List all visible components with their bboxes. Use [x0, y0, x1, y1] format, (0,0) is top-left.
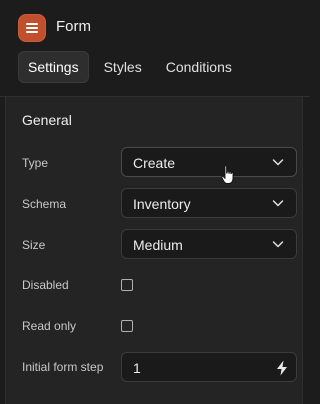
- menu-bar: [26, 23, 38, 25]
- type-select[interactable]: Create: [121, 147, 297, 177]
- disabled-checkbox[interactable]: [121, 279, 133, 291]
- disabled-label: Disabled: [22, 278, 69, 292]
- lightning-bolt-icon[interactable]: [276, 360, 288, 376]
- chevron-down-icon: [272, 241, 284, 248]
- size-label: Size: [22, 238, 46, 252]
- tab-bar: Settings Styles Conditions: [18, 51, 241, 83]
- initial-step-input[interactable]: 1: [121, 352, 297, 382]
- menu-bar: [26, 27, 38, 29]
- type-value: Create: [133, 155, 176, 171]
- section-title: General: [22, 112, 72, 128]
- general-section: General Type Create Schema Inventory Siz…: [5, 97, 303, 404]
- size-select[interactable]: Medium: [121, 229, 297, 259]
- chevron-down-icon: [272, 200, 284, 207]
- read-only-label: Read only: [22, 319, 77, 333]
- initial-step-value: 1: [133, 360, 141, 376]
- type-label: Type: [22, 156, 49, 170]
- size-value: Medium: [133, 237, 183, 253]
- panel-title: Form: [56, 18, 91, 35]
- panel-header: Form: [0, 0, 310, 52]
- read-only-checkbox[interactable]: [121, 320, 133, 332]
- chevron-down-icon: [272, 159, 284, 166]
- tab-settings[interactable]: Settings: [18, 51, 89, 83]
- schema-value: Inventory: [133, 196, 191, 212]
- schema-select[interactable]: Inventory: [121, 188, 297, 218]
- hamburger-menu-icon[interactable]: [18, 14, 46, 42]
- form-settings-panel: Form Settings Styles Conditions General …: [0, 0, 310, 404]
- initial-step-label: Initial form step: [22, 360, 104, 374]
- tab-conditions[interactable]: Conditions: [157, 51, 241, 83]
- schema-label: Schema: [22, 197, 67, 211]
- tab-styles[interactable]: Styles: [95, 51, 151, 83]
- menu-bar: [26, 31, 38, 33]
